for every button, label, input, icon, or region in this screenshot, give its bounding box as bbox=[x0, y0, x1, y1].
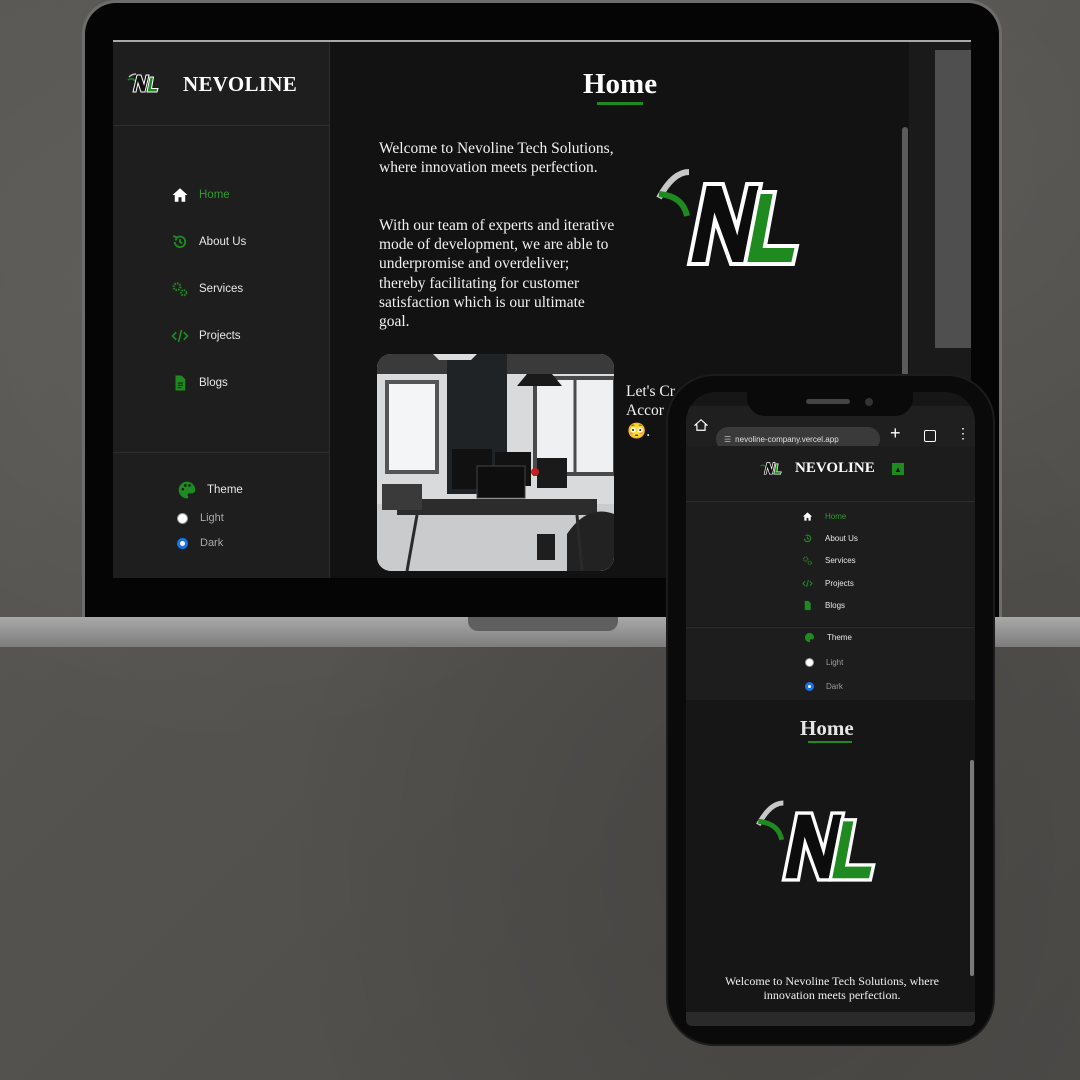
history-icon bbox=[172, 235, 187, 248]
site-settings-icon[interactable]: ☰ bbox=[724, 435, 731, 444]
mobile-nav-item-about-us[interactable]: About Us bbox=[802, 533, 858, 544]
mobile-nav-item-services[interactable]: Services bbox=[802, 555, 856, 566]
sidebar: NEVOLINE Home About Us Services Projects… bbox=[113, 42, 330, 578]
laptop-notch bbox=[468, 617, 618, 631]
theme-label: Theme bbox=[207, 484, 243, 496]
nav-label: Blogs bbox=[825, 601, 846, 610]
code-icon bbox=[802, 579, 813, 588]
palette-icon bbox=[804, 632, 815, 643]
gears-icon bbox=[172, 282, 188, 297]
home-icon[interactable] bbox=[694, 418, 708, 432]
right-panel bbox=[935, 50, 971, 348]
nl-logo-large bbox=[756, 800, 876, 882]
sidebar-item-label: Services bbox=[199, 283, 244, 295]
nl-logo-icon[interactable] bbox=[127, 72, 159, 94]
code-icon bbox=[171, 329, 189, 343]
light-label: Light bbox=[826, 658, 844, 667]
palette-icon bbox=[178, 481, 196, 499]
team-paragraph: With our team of experts and iterative m… bbox=[379, 217, 615, 331]
title-underline bbox=[597, 102, 643, 105]
welcome-paragraph: Welcome to Nevoline Tech Solutions, wher… bbox=[379, 140, 614, 177]
mobile-title-underline bbox=[808, 741, 852, 743]
mobile-nav-item-projects[interactable]: Projects bbox=[802, 578, 854, 589]
mobile-welcome-text: Welcome to Nevoline Tech Solutions, wher… bbox=[725, 974, 939, 1002]
theme-option-light[interactable]: Light bbox=[177, 512, 224, 524]
url-text: nevoline-company.vercel.app bbox=[735, 434, 839, 444]
light-radio[interactable] bbox=[177, 512, 188, 524]
dark-radio[interactable] bbox=[177, 537, 188, 549]
page-title: Home bbox=[583, 68, 658, 100]
theme-option-dark[interactable]: Dark bbox=[177, 537, 223, 549]
gears-icon bbox=[802, 556, 812, 565]
sidebar-item-label: Home bbox=[199, 189, 230, 201]
history-icon bbox=[803, 534, 812, 543]
tabs-icon[interactable] bbox=[924, 430, 936, 442]
mobile-nav: Home About Us Services Projects Blogs bbox=[686, 502, 975, 626]
theme-label: Theme bbox=[827, 633, 852, 642]
sidebar-item-services[interactable]: Services bbox=[171, 277, 243, 301]
sidebar-header: NEVOLINE bbox=[113, 42, 329, 126]
dark-label: Dark bbox=[826, 682, 843, 691]
sidebar-item-label: Blogs bbox=[199, 377, 228, 389]
android-nav-bar bbox=[686, 1012, 975, 1026]
sidebar-divider bbox=[113, 452, 329, 453]
nav-label: About Us bbox=[825, 534, 858, 543]
home-icon bbox=[802, 512, 813, 521]
sidebar-item-label: About Us bbox=[199, 236, 247, 248]
mobile-header: NEVOLINE ▲ bbox=[686, 446, 975, 502]
mobile-theme-section: Theme Light Dark bbox=[686, 627, 975, 700]
nav-label: Home bbox=[825, 512, 847, 521]
sidebar-item-blogs[interactable]: Blogs bbox=[171, 371, 228, 395]
mobile-nav-item-blogs[interactable]: Blogs bbox=[802, 600, 845, 611]
nav-label: Services bbox=[825, 556, 856, 565]
more-menu-icon[interactable]: ⋮ bbox=[956, 426, 970, 440]
brand-name[interactable]: NEVOLINE bbox=[183, 72, 297, 97]
mobile-theme-option-dark[interactable]: Dark bbox=[805, 682, 843, 691]
sidebar-item-projects[interactable]: Projects bbox=[171, 324, 241, 348]
document-icon bbox=[175, 375, 186, 391]
mobile-nav-item-home[interactable]: Home bbox=[802, 511, 846, 522]
home-icon bbox=[172, 188, 188, 202]
office-photo bbox=[377, 354, 614, 571]
nl-logo-icon[interactable] bbox=[760, 460, 782, 476]
collapse-menu-icon[interactable]: ▲ bbox=[892, 463, 904, 475]
phone-speaker bbox=[806, 399, 850, 404]
phone-screen: ☰ nevoline-company.vercel.app + ⋮ NEVOLI… bbox=[686, 392, 975, 1026]
document-icon bbox=[804, 600, 811, 611]
sidebar-item-about-us[interactable]: About Us bbox=[171, 230, 246, 254]
mobile-scrollbar[interactable] bbox=[970, 760, 974, 976]
sidebar-item-label: Projects bbox=[199, 330, 241, 342]
scrollbar[interactable] bbox=[902, 127, 908, 387]
new-tab-icon[interactable]: + bbox=[890, 424, 901, 442]
light-radio[interactable] bbox=[805, 658, 814, 667]
nav-label: Projects bbox=[825, 579, 854, 588]
brand-name[interactable]: NEVOLINE bbox=[795, 460, 875, 477]
light-label: Light bbox=[200, 512, 224, 524]
mobile-theme-heading: Theme bbox=[804, 632, 852, 643]
theme-heading: Theme bbox=[177, 480, 243, 500]
sidebar-item-home[interactable]: Home bbox=[171, 183, 230, 207]
dark-label: Dark bbox=[200, 537, 224, 549]
phone-camera bbox=[865, 398, 873, 406]
dark-radio[interactable] bbox=[805, 682, 814, 691]
nl-logo-large bbox=[656, 169, 800, 266]
mobile-theme-option-light[interactable]: Light bbox=[805, 658, 843, 667]
phone-notch bbox=[747, 380, 913, 416]
mobile-page-title: Home bbox=[800, 716, 854, 740]
